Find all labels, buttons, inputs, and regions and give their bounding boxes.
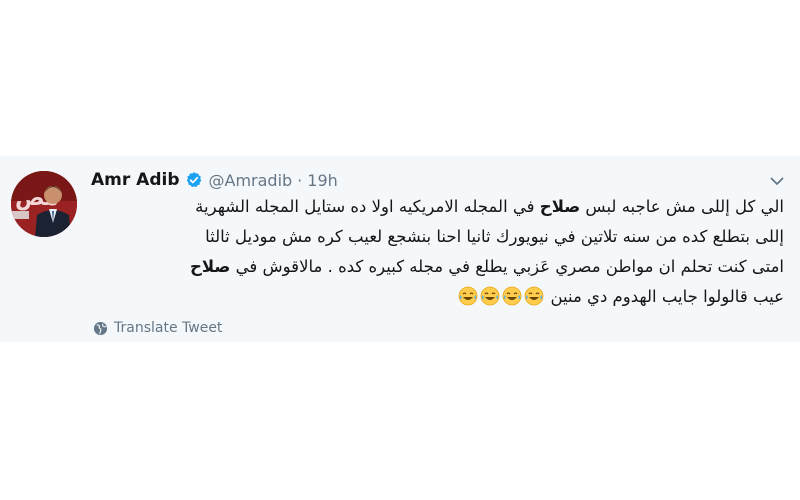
- face-with-tears-of-joy-icon: [524, 286, 544, 306]
- text-segment: عيب قالولوا جايب الهدوم دي منين: [550, 287, 784, 306]
- tweet-header: Amr Adib @Amradib · 19h: [91, 168, 338, 192]
- tweet-line-2: إللى بتطلع كده من سنه تلاتين في نيويورك …: [205, 227, 784, 246]
- bold-name: صلاح: [539, 197, 581, 216]
- tweet-line-4: عيب قالولوا جايب الهدوم دي منين: [91, 282, 784, 312]
- tweet-text: الي كل إللى مش عاجبه لبس صلاح في المجله …: [91, 192, 784, 312]
- face-with-tears-of-joy-icon: [502, 286, 522, 306]
- face-with-tears-of-joy-icon: [458, 286, 478, 306]
- text-segment: الي كل إللى مش عاجبه لبس: [580, 197, 784, 216]
- verified-badge-icon: [185, 171, 203, 189]
- author-name[interactable]: Amr Adib: [91, 170, 180, 190]
- tweet-timestamp[interactable]: 19h: [307, 171, 338, 190]
- author-handle[interactable]: @Amradib: [209, 171, 293, 190]
- text-segment: امتى كنت تحلم ان مواطن مصري عَزبي يطلع ف…: [230, 257, 784, 276]
- tweet-card[interactable]: مص Amr Adib @Amradib · 19h الي كل إللى م…: [0, 156, 800, 342]
- globe-icon: [93, 321, 108, 336]
- more-options-chevron-down-icon[interactable]: [768, 174, 786, 188]
- translate-tweet-link[interactable]: Translate Tweet: [93, 320, 222, 336]
- text-segment: في المجله الامريكيه اولا ده ستايل المجله…: [195, 197, 540, 216]
- tweet-line-1: الي كل إللى مش عاجبه لبس صلاح في المجله …: [91, 192, 784, 222]
- separator-dot: ·: [297, 170, 303, 190]
- emoji-group: [458, 286, 544, 306]
- face-with-tears-of-joy-icon: [480, 286, 500, 306]
- bold-name: صلاح: [190, 257, 231, 276]
- tweet-line-3: امتى كنت تحلم ان مواطن مصري عَزبي يطلع ف…: [91, 252, 784, 282]
- avatar[interactable]: مص: [11, 171, 77, 237]
- translate-label: Translate Tweet: [114, 320, 223, 336]
